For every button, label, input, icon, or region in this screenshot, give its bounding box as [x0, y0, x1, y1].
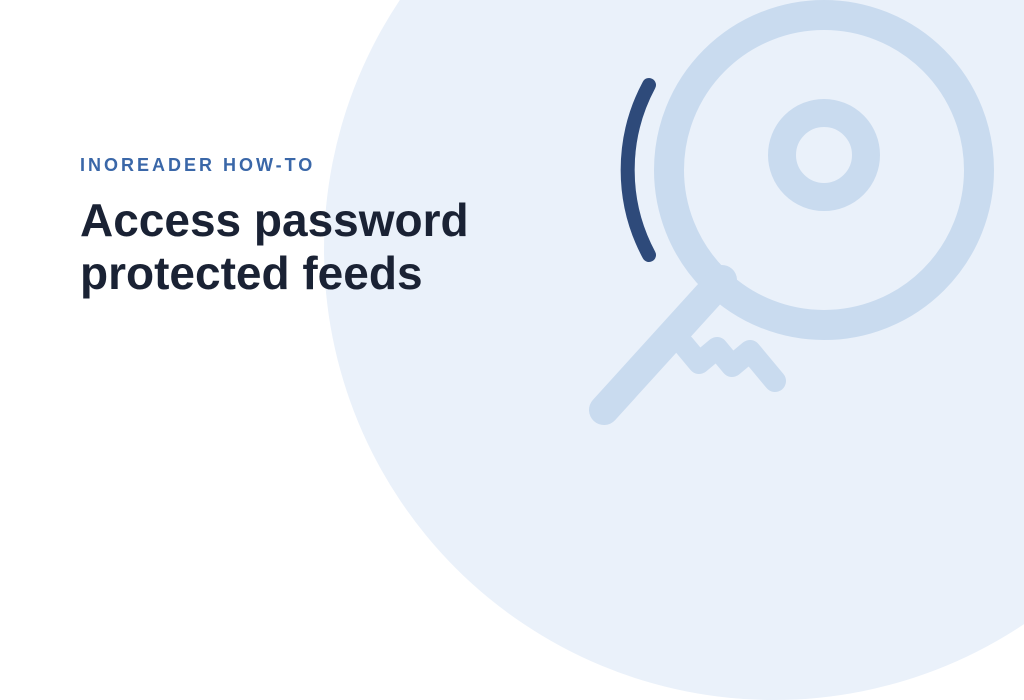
hero-text-block: INOREADER HOW-TO Access password protect… [80, 155, 580, 300]
key-icon [544, 0, 1024, 545]
eyebrow-label: INOREADER HOW-TO [80, 155, 580, 176]
headline: Access password protected feeds [80, 194, 580, 300]
